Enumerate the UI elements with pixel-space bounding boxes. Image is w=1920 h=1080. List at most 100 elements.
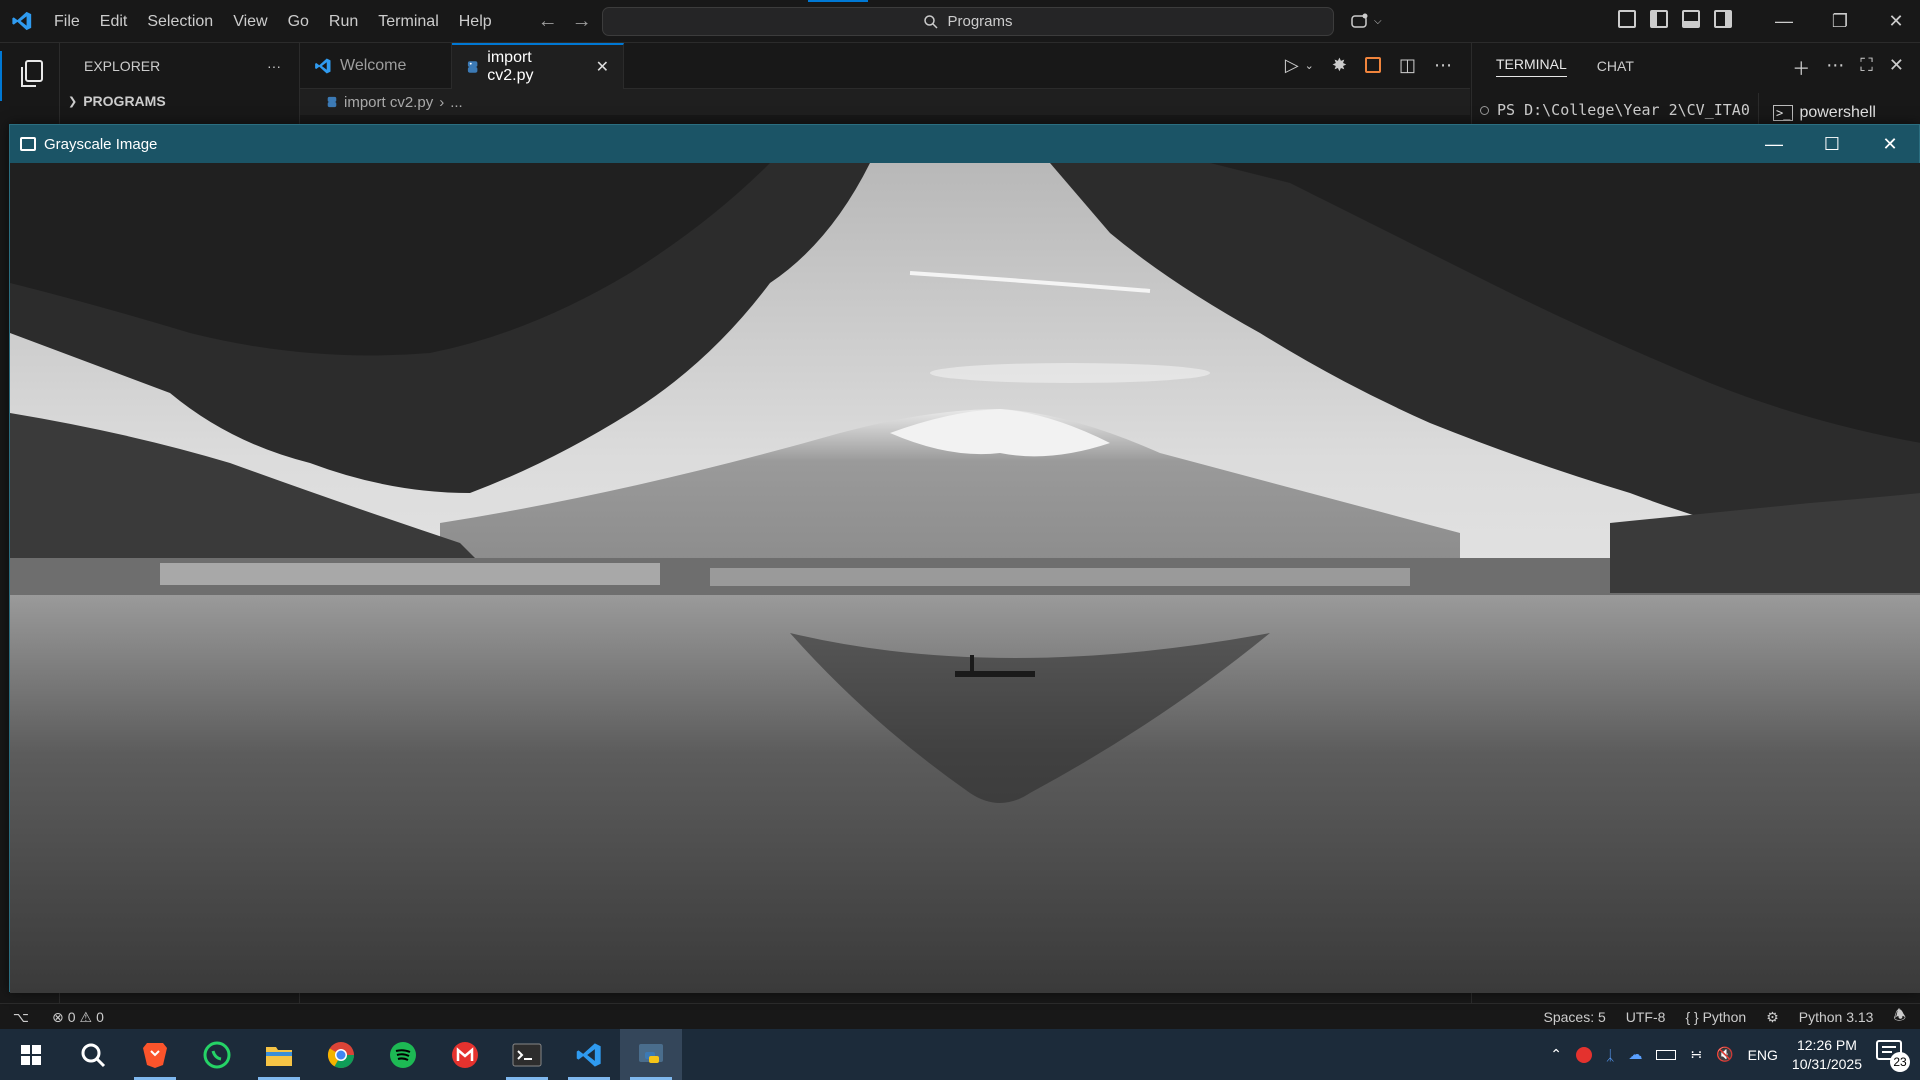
menu-help[interactable]: Help: [449, 0, 502, 43]
close-icon[interactable]: ✕: [1868, 0, 1920, 43]
breadcrumb-file[interactable]: import cv2.py: [344, 94, 433, 111]
breadcrumb-separator: ›: [439, 93, 445, 111]
restore-icon[interactable]: ❐: [1812, 0, 1868, 43]
nav-arrows: ← →: [538, 10, 592, 33]
encoding[interactable]: UTF-8: [1626, 1009, 1666, 1025]
toggle-primary-sidebar-icon[interactable]: [1650, 10, 1668, 28]
terminal-prompt-dot-icon: [1480, 105, 1489, 115]
chevron-down-icon: ⌵: [1374, 15, 1382, 27]
tab-label: import cv2.py: [487, 49, 534, 84]
vscode-titlebar: File Edit Selection View Go Run Terminal…: [0, 0, 1920, 43]
terminal-icon: [512, 1043, 542, 1066]
taskbar-gmail[interactable]: [434, 1029, 496, 1080]
onedrive-icon[interactable]: ☁: [1628, 1046, 1642, 1063]
close-icon[interactable]: ✕: [1861, 125, 1919, 163]
clock[interactable]: 12:26 PM 10/31/2025: [1792, 1036, 1862, 1074]
active-indicator: [0, 51, 2, 101]
layout-controls: [1618, 10, 1732, 28]
back-arrow-icon[interactable]: ←: [538, 10, 558, 33]
python-interpreter[interactable]: Python 3.13: [1799, 1009, 1874, 1025]
minimize-icon[interactable]: —: [1745, 125, 1803, 163]
taskbar-whatsapp[interactable]: [186, 1029, 248, 1080]
input-language[interactable]: ENG: [1748, 1047, 1778, 1063]
vscode-icon: [576, 1042, 601, 1067]
taskbar-python[interactable]: [620, 1029, 682, 1080]
start-button[interactable]: [0, 1029, 62, 1080]
breadcrumb: import cv2.py › ...: [300, 89, 1470, 115]
opencv-app-icon: [20, 137, 36, 151]
notification-center[interactable]: 23: [1876, 1039, 1910, 1072]
bluetooth-icon[interactable]: ᛣ: [1606, 1047, 1614, 1063]
status-right: Spaces: 5 UTF-8 { } Python ⚙ Python 3.13…: [1544, 1004, 1907, 1030]
tab-terminal[interactable]: TERMINAL: [1496, 56, 1567, 77]
taskbar-search[interactable]: [62, 1029, 124, 1080]
taskbar-vscode[interactable]: [558, 1029, 620, 1080]
gmail-tray-icon[interactable]: [1576, 1046, 1592, 1063]
notification-count-badge: 23: [1890, 1051, 1910, 1072]
taskbar-chrome[interactable]: [310, 1029, 372, 1080]
forward-arrow-icon[interactable]: →: [572, 10, 592, 33]
menu-go[interactable]: Go: [278, 0, 319, 43]
more-actions-icon[interactable]: ⋯: [1826, 55, 1844, 81]
whatsapp-icon: [203, 1041, 231, 1068]
taskbar-apps: [0, 1029, 682, 1080]
more-actions-icon[interactable]: ···: [267, 58, 281, 74]
customize-layout-icon[interactable]: [1618, 10, 1636, 28]
explorer-title: EXPLORER: [84, 58, 161, 74]
problems-indicator[interactable]: ⊗ 0 ⚠ 0: [52, 1004, 104, 1030]
menu-view[interactable]: View: [223, 0, 277, 43]
menu-terminal[interactable]: Terminal: [368, 0, 448, 43]
opencv-titlebar[interactable]: Grayscale Image: [10, 125, 1919, 163]
copilot-status-icon[interactable]: ⚙: [1766, 1009, 1779, 1026]
indentation[interactable]: Spaces: 5: [1544, 1009, 1606, 1025]
error-count: 0: [67, 1009, 76, 1025]
terminal-name: powershell: [1799, 104, 1876, 121]
close-panel-icon[interactable]: ✕: [1889, 55, 1904, 81]
menu-run[interactable]: Run: [319, 0, 368, 43]
python-file-icon: [327, 96, 337, 108]
menu-selection[interactable]: Selection: [137, 0, 223, 43]
taskbar-terminal[interactable]: [496, 1029, 558, 1080]
bell-icon[interactable]: 🕭: [1893, 1005, 1906, 1029]
run-icon[interactable]: ▷: [1285, 55, 1299, 76]
terminal-icon: >_: [1773, 105, 1794, 121]
new-terminal-icon[interactable]: ＋: [1792, 55, 1810, 81]
chevron-down-icon[interactable]: ⌄: [1305, 59, 1314, 76]
tab-import-cv2[interactable]: import cv2.py ✕: [452, 43, 624, 89]
speaker-muted-icon[interactable]: 🔇: [1716, 1046, 1733, 1063]
battery-icon[interactable]: [1656, 1049, 1677, 1060]
more-actions-icon[interactable]: ⋯: [1434, 55, 1452, 76]
split-editor-icon[interactable]: ◫: [1399, 55, 1416, 76]
taskbar-brave[interactable]: [124, 1029, 186, 1080]
close-tab-icon[interactable]: ✕: [596, 57, 609, 77]
taskbar-file-explorer[interactable]: [248, 1029, 310, 1080]
copilot-button[interactable]: ⌵: [1350, 8, 1392, 34]
maximize-icon[interactable]: ☐: [1803, 125, 1861, 163]
toggle-panel-icon[interactable]: [1682, 10, 1700, 28]
openai-icon[interactable]: ✸: [1332, 55, 1347, 76]
toggle-secondary-sidebar-icon[interactable]: [1714, 10, 1732, 28]
wifi-icon[interactable]: ∺: [1690, 1046, 1702, 1063]
opencv-window: Grayscale Image — ☐ ✕: [9, 124, 1920, 993]
explorer-section-programs[interactable]: ❯ PROGRAMS: [60, 89, 299, 113]
vscode-logo-icon: [0, 0, 44, 43]
breadcrumb-symbol[interactable]: ...: [450, 94, 463, 111]
tab-welcome[interactable]: Welcome: [300, 43, 452, 89]
explorer-files-icon[interactable]: [17, 59, 45, 94]
show-hidden-icons-icon[interactable]: ⌃: [1550, 1046, 1562, 1063]
menu-edit[interactable]: Edit: [90, 0, 138, 43]
taskbar-spotify[interactable]: [372, 1029, 434, 1080]
terminal-output[interactable]: PS D:\College\Year 2\CV_ITA0: [1480, 101, 1750, 119]
remote-indicator-icon[interactable]: ⌥: [0, 1004, 42, 1030]
stop-icon[interactable]: [1364, 57, 1381, 73]
maximize-panel-icon[interactable]: ⛶: [1860, 55, 1873, 81]
menu-file[interactable]: File: [44, 0, 90, 43]
minimize-icon[interactable]: —: [1756, 0, 1812, 43]
language-mode[interactable]: { } Python: [1685, 1009, 1746, 1025]
system-tray: ⌃ ᛣ ☁ ∺ 🔇 ENG 12:26 PM 10/31/2025 23: [1550, 1029, 1920, 1080]
explorer-header: EXPLORER ···: [60, 43, 299, 89]
menu-bar: File Edit Selection View Go Run Terminal…: [44, 0, 502, 43]
command-center[interactable]: Programs: [602, 7, 1334, 36]
brave-icon: [143, 1042, 167, 1068]
tab-chat[interactable]: CHAT: [1597, 58, 1634, 74]
